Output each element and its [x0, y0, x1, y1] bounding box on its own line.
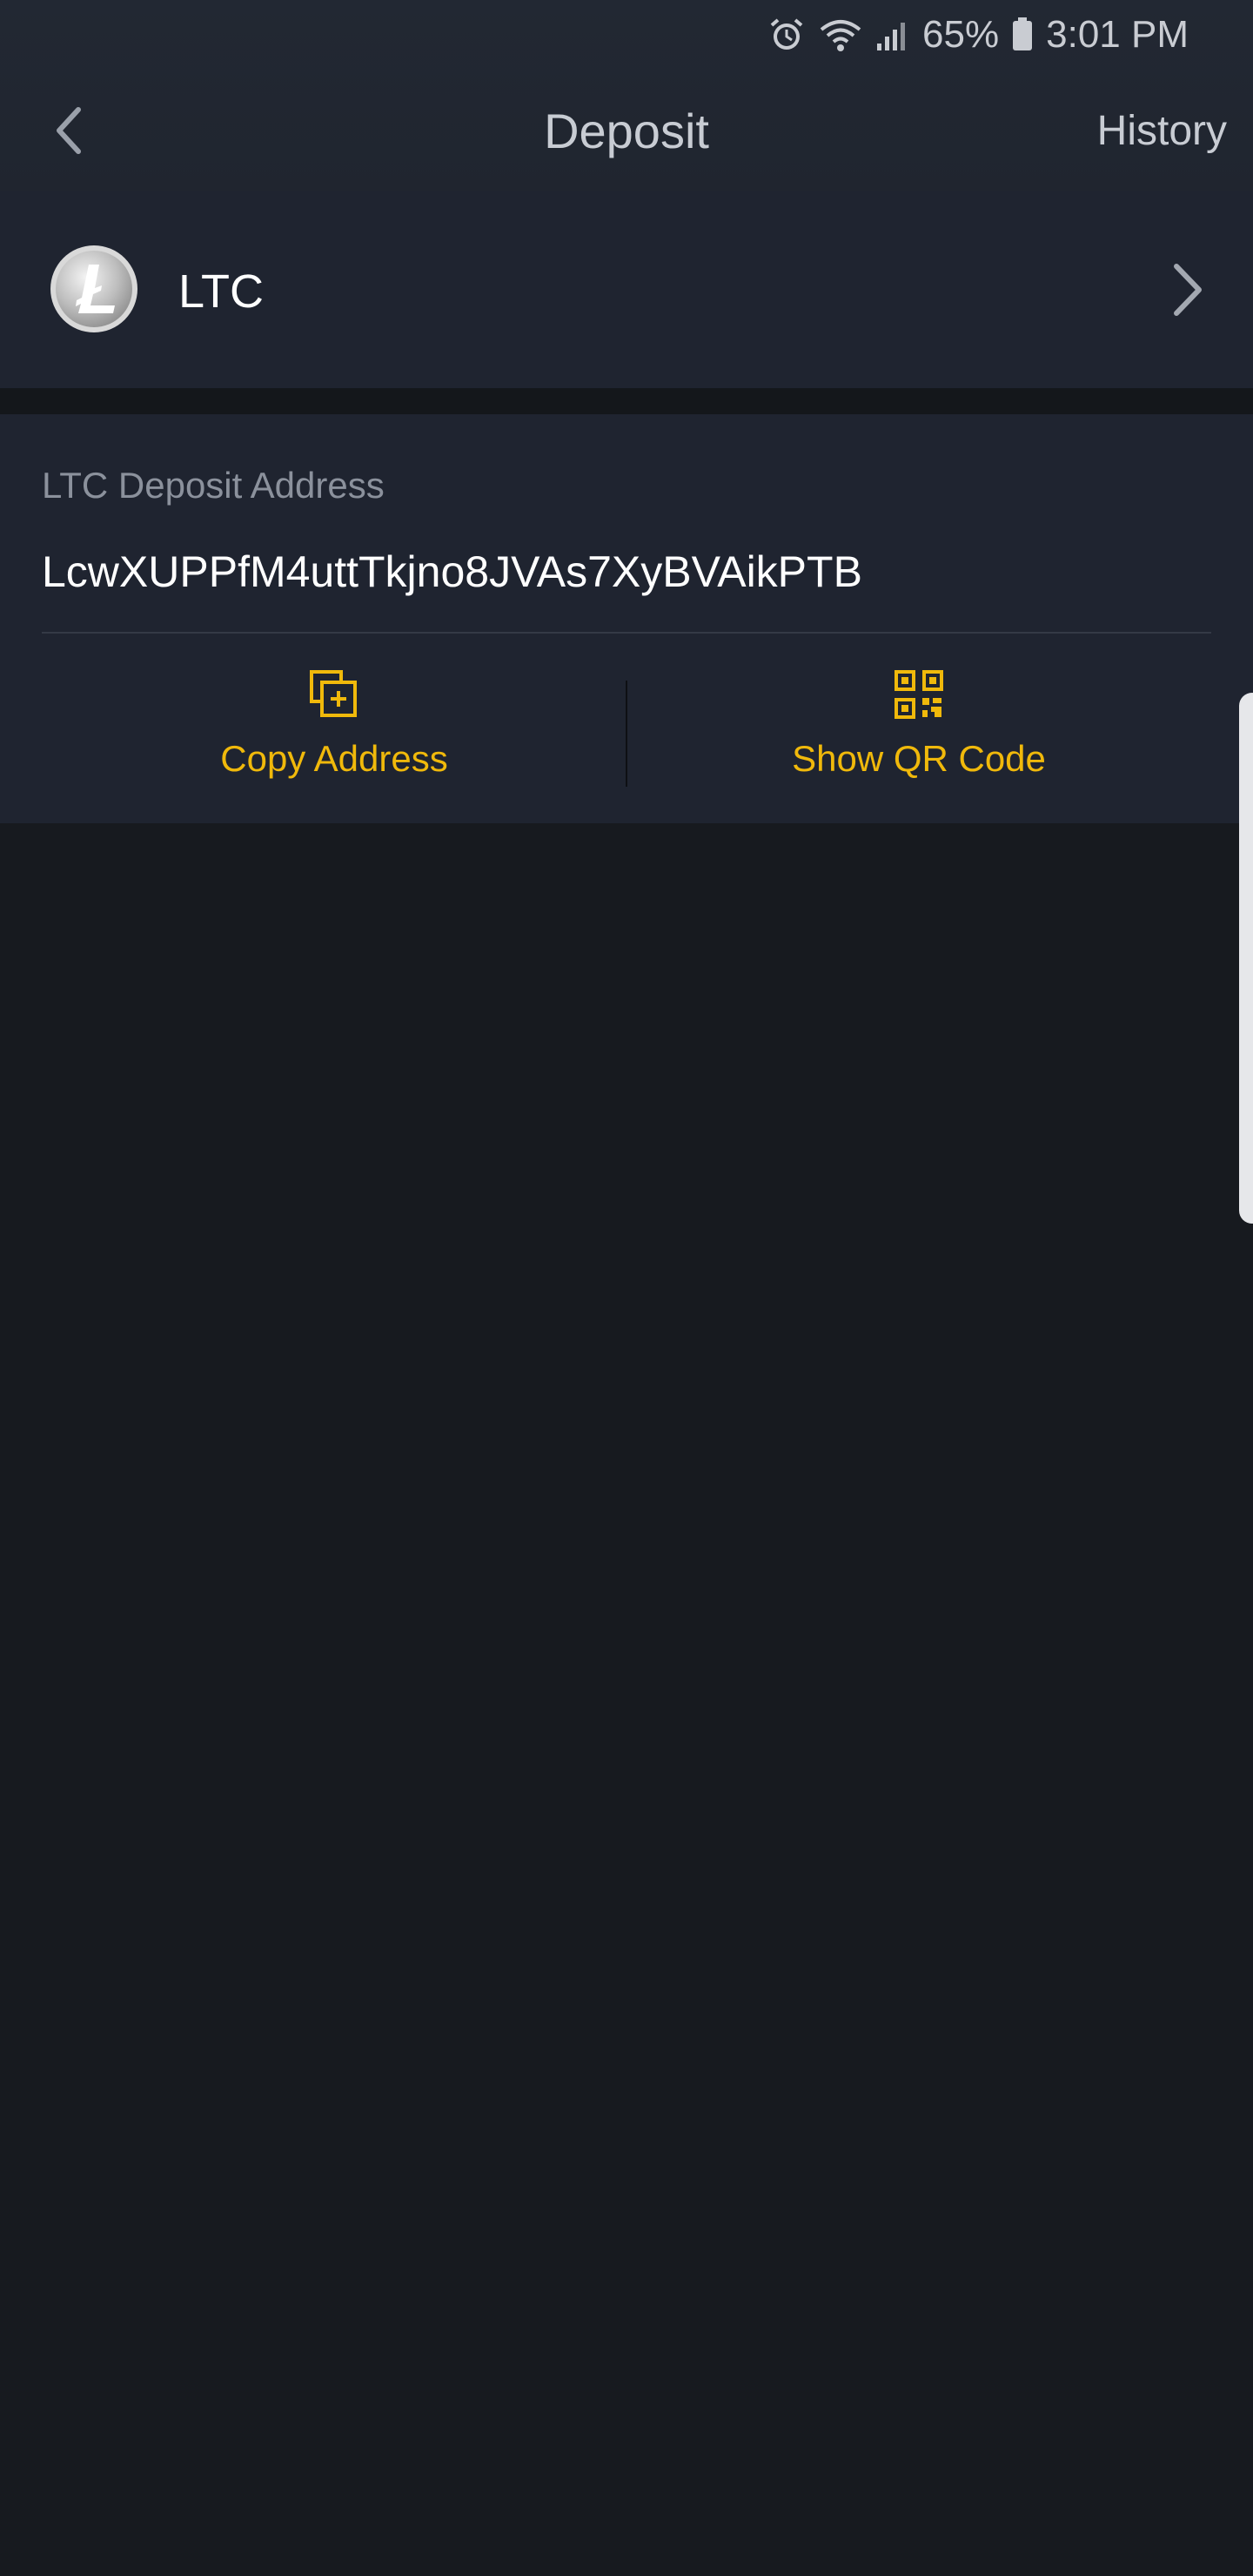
chevron-right-icon: [1174, 264, 1202, 316]
page-title: Deposit: [544, 104, 709, 158]
battery-percent: 65%: [922, 13, 1000, 56]
show-qr-code-label: Show QR Code: [792, 738, 1046, 779]
deposit-address-card: LTC Deposit Address LcwXUPPfM4uttTkjno8J…: [0, 414, 1253, 823]
copy-icon: [310, 670, 357, 717]
signal-icon: [877, 23, 906, 50]
show-qr-code-button[interactable]: Show QR Code: [606, 667, 1232, 797]
battery-icon: [1013, 17, 1033, 50]
alarm-icon: [770, 18, 803, 50]
scrollbar-thumb[interactable]: [1239, 693, 1253, 1224]
divider: [42, 632, 1211, 634]
coin-selector[interactable]: LTC: [0, 191, 1253, 388]
copy-address-button[interactable]: Copy Address: [21, 667, 647, 797]
app-header: 65% 3:01 PM Deposit History: [0, 0, 1253, 191]
coin-symbol: LTC: [178, 265, 265, 318]
wifi-icon: [820, 20, 861, 51]
litecoin-logo: [50, 245, 137, 332]
status-time: 3:01 PM: [1046, 13, 1189, 56]
address-label: LTC Deposit Address: [42, 465, 385, 506]
section-divider: [0, 388, 1253, 414]
copy-address-label: Copy Address: [220, 738, 448, 779]
qr-code-icon: [895, 670, 943, 719]
history-button[interactable]: History: [1097, 94, 1227, 169]
deposit-address: LcwXUPPfM4uttTkjno8JVAs7XyBVAikPTB: [42, 547, 862, 596]
status-bar: 65% 3:01 PM: [767, 10, 1189, 59]
